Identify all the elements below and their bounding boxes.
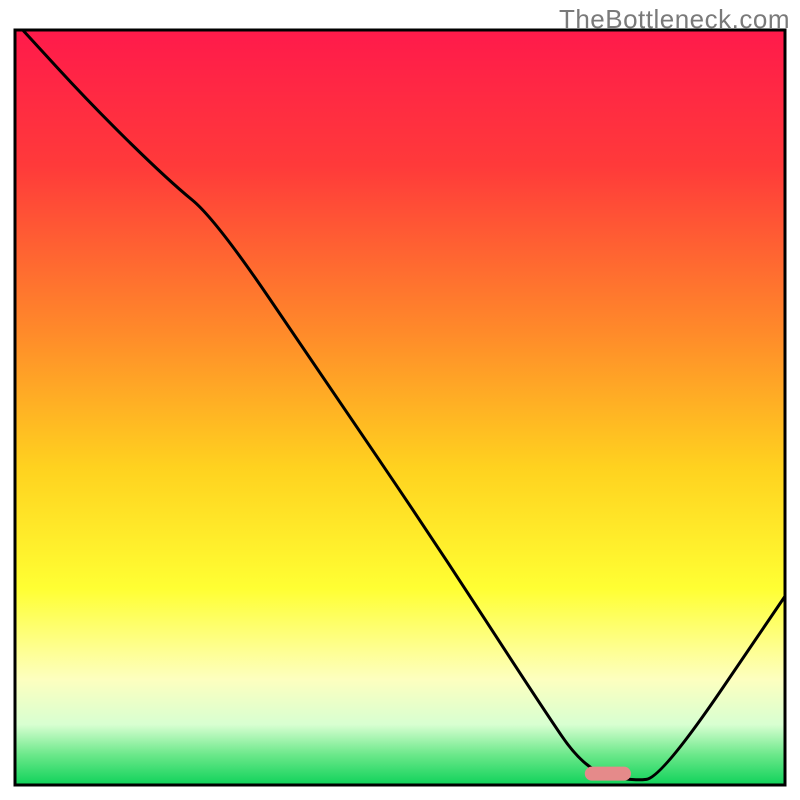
chart-svg	[0, 0, 800, 800]
bottleneck-chart: TheBottleneck.com	[0, 0, 800, 800]
optimum-marker	[585, 767, 631, 781]
watermark-text: TheBottleneck.com	[559, 4, 790, 35]
